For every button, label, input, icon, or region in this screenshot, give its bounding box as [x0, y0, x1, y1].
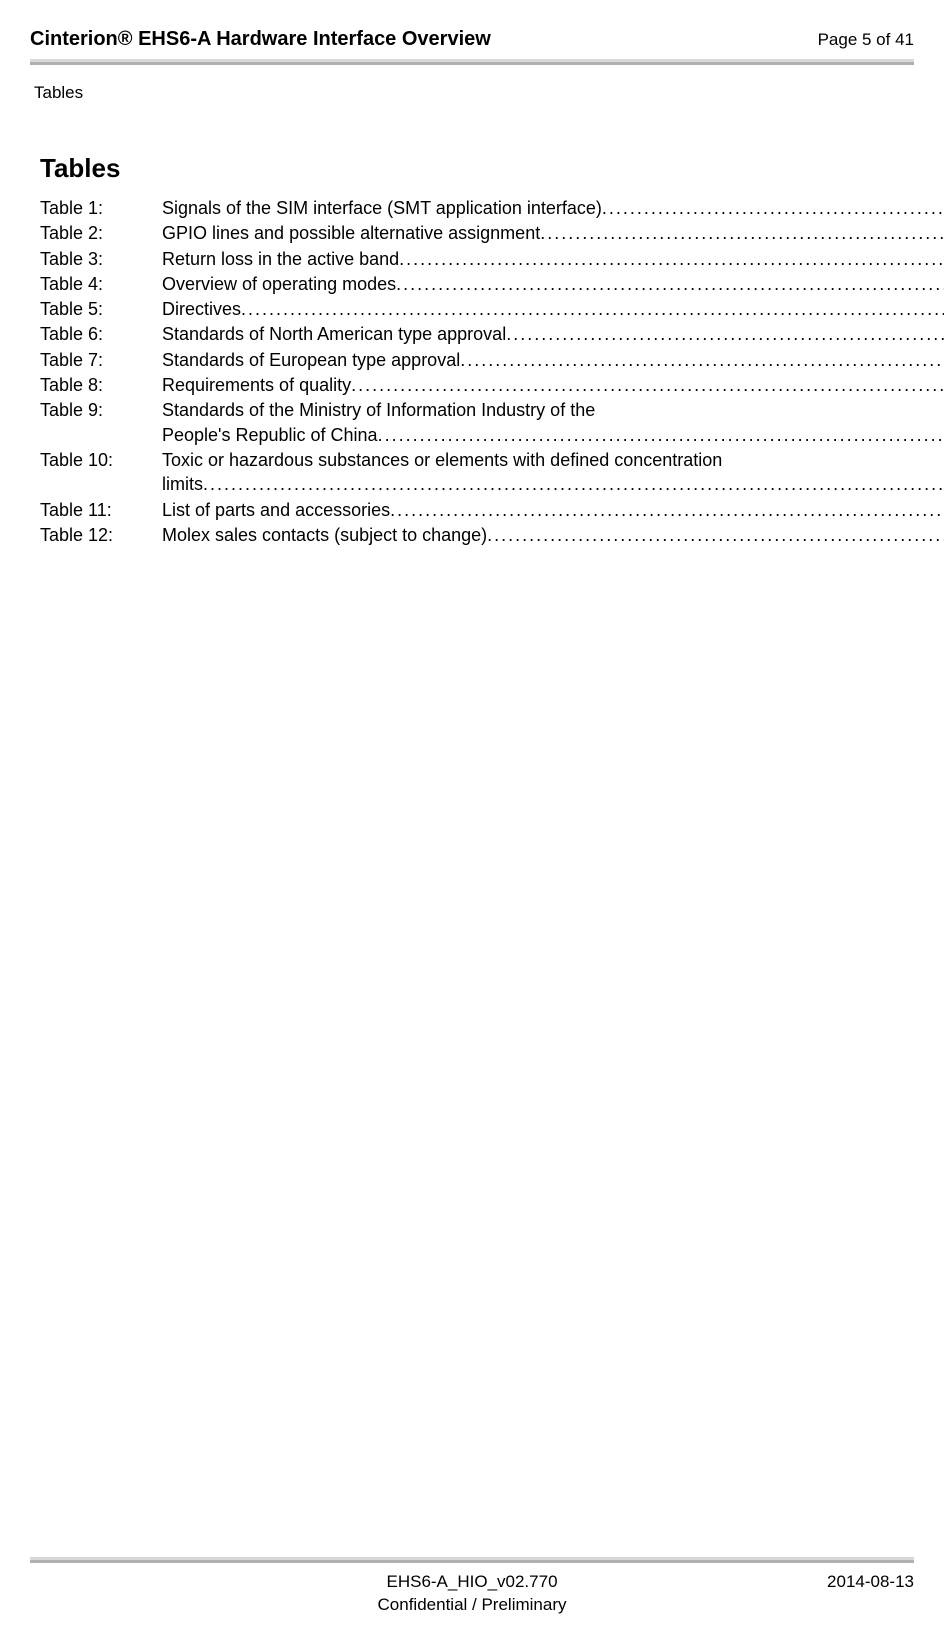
toc-entry-text: Requirements of quality [162, 373, 351, 397]
toc-entry-label: Table 4: [40, 272, 162, 296]
toc-entry-label: Table 7: [40, 348, 162, 372]
footer-doc-id: EHS6-A_HIO_v02.770 [325, 1571, 620, 1594]
toc-entry: Table 4:Overview of operating modes 23 [40, 272, 914, 296]
toc-entry-description: Molex sales contacts (subject to change)… [162, 523, 944, 547]
toc-entry: Table 9:Standards of the Ministry of Inf… [40, 398, 914, 447]
toc-entry-dots-line: List of parts and accessories 38 [162, 498, 944, 522]
toc-entry-label: Table 11: [40, 498, 162, 522]
toc-leader-dots [241, 297, 944, 321]
toc-entry-description: Standards of European type approval 27 [162, 348, 944, 372]
footer-date: 2014-08-13 [619, 1571, 914, 1594]
toc-entry-text-line2: People's Republic of China [162, 423, 378, 447]
toc-entry: Table 11:List of parts and accessories 3… [40, 498, 914, 522]
toc-entry-text: List of parts and accessories [162, 498, 390, 522]
page-footer: EHS6-A_HIO_v02.770 2014-08-13 Confidenti… [30, 1571, 914, 1617]
toc-entry-dots-line: Return loss in the active band 19 [162, 247, 944, 271]
toc-entry-description: Signals of the SIM interface (SMT applic… [162, 196, 944, 220]
toc-entry: Table 12:Molex sales contacts (subject t… [40, 523, 914, 547]
toc-entry-text-line1: Standards of the Ministry of Information… [162, 398, 944, 422]
toc-entry-label: Table 1: [40, 196, 162, 220]
toc-entry-label: Table 12: [40, 523, 162, 547]
toc-entry-description: Return loss in the active band 19 [162, 247, 944, 271]
toc-leader-dots [540, 221, 944, 245]
toc-entry-dots-line: People's Republic of China 28 [162, 423, 944, 447]
toc-leader-dots [203, 472, 944, 496]
toc-entry-label: Table 10: [40, 448, 162, 497]
toc-entry: Table 3:Return loss in the active band 1… [40, 247, 914, 271]
toc-entry-dots-line: Signals of the SIM interface (SMT applic… [162, 196, 944, 220]
breadcrumb: Tables [0, 65, 944, 103]
page-indicator: Page 5 of 41 [818, 30, 914, 50]
toc-entry-dots-line: Molex sales contacts (subject to change)… [162, 523, 944, 547]
toc-leader-dots [506, 322, 944, 346]
toc-entry-description: Requirements of quality 28 [162, 373, 944, 397]
toc-entry-text: Directives [162, 297, 241, 321]
toc-entry-text: Standards of European type approval [162, 348, 460, 372]
toc-leader-dots [399, 247, 944, 271]
toc-entry-description: Standards of the Ministry of Information… [162, 398, 944, 447]
toc-entry: Table 6:Standards of North American type… [40, 322, 914, 346]
toc-entry: Table 8:Requirements of quality 28 [40, 373, 914, 397]
section-title: Tables [40, 153, 914, 184]
toc-leader-dots [351, 373, 944, 397]
toc-entries: Table 1:Signals of the SIM interface (SM… [40, 196, 914, 547]
toc-leader-dots [378, 423, 944, 447]
page-header: Cinterion® EHS6-A Hardware Interface Ove… [0, 0, 944, 59]
toc-entry-dots-line: Requirements of quality 28 [162, 373, 944, 397]
toc-entry-dots-line: Overview of operating modes 23 [162, 272, 944, 296]
toc-entry-text-line2: limits [162, 472, 203, 496]
toc-entry-dots-line: limits 29 [162, 472, 944, 496]
toc-entry-description: List of parts and accessories 38 [162, 498, 944, 522]
toc-leader-dots [487, 523, 944, 547]
toc-entry-text: GPIO lines and possible alternative assi… [162, 221, 540, 245]
toc-entry-text: Overview of operating modes [162, 272, 396, 296]
toc-entry-label: Table 5: [40, 297, 162, 321]
toc-entry: Table 1:Signals of the SIM interface (SM… [40, 196, 914, 220]
toc-entry-dots-line: GPIO lines and possible alternative assi… [162, 221, 944, 245]
toc-entry-text: Molex sales contacts (subject to change) [162, 523, 487, 547]
content-area: Tables Table 1:Signals of the SIM interf… [0, 103, 944, 547]
toc-entry-description: Directives 27 [162, 297, 944, 321]
toc-entry: Table 5:Directives 27 [40, 297, 914, 321]
toc-entry: Table 2:GPIO lines and possible alternat… [40, 221, 914, 245]
footer-divider [30, 1557, 914, 1563]
toc-entry-label: Table 8: [40, 373, 162, 397]
toc-entry-label: Table 3: [40, 247, 162, 271]
toc-entry-dots-line: Standards of North American type approva… [162, 322, 944, 346]
toc-leader-dots [390, 498, 944, 522]
toc-entry-text: Standards of North American type approva… [162, 322, 506, 346]
toc-entry-description: GPIO lines and possible alternative assi… [162, 221, 944, 245]
toc-leader-dots [602, 196, 944, 220]
toc-leader-dots [396, 272, 944, 296]
footer-row: EHS6-A_HIO_v02.770 2014-08-13 [30, 1571, 914, 1594]
toc-entry-label: Table 9: [40, 398, 162, 447]
footer-confidentiality: Confidential / Preliminary [30, 1594, 914, 1617]
toc-entry-label: Table 6: [40, 322, 162, 346]
footer-left-spacer [30, 1571, 325, 1594]
toc-leader-dots [460, 348, 944, 372]
toc-entry: Table 10:Toxic or hazardous substances o… [40, 448, 914, 497]
toc-entry-text-line1: Toxic or hazardous substances or element… [162, 448, 944, 472]
toc-entry-description: Toxic or hazardous substances or element… [162, 448, 944, 497]
toc-entry-text: Signals of the SIM interface (SMT applic… [162, 196, 602, 220]
toc-entry-text: Return loss in the active band [162, 247, 399, 271]
toc-entry-description: Standards of North American type approva… [162, 322, 944, 346]
document-title: Cinterion® EHS6-A Hardware Interface Ove… [30, 28, 491, 51]
toc-entry: Table 7:Standards of European type appro… [40, 348, 914, 372]
toc-entry-description: Overview of operating modes 23 [162, 272, 944, 296]
toc-entry-label: Table 2: [40, 221, 162, 245]
toc-entry-dots-line: Standards of European type approval 27 [162, 348, 944, 372]
toc-entry-dots-line: Directives 27 [162, 297, 944, 321]
